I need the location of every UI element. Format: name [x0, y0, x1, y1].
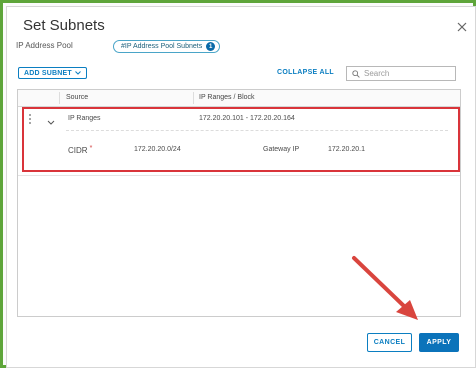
apply-button[interactable]: APPLY — [419, 333, 459, 352]
row-detail-divider — [66, 130, 448, 131]
header-separator — [59, 92, 60, 104]
column-header-source[interactable]: Source — [66, 94, 88, 101]
cidr-label-text: CIDR — [68, 146, 88, 155]
pool-chip-count-badge: 1 — [206, 42, 216, 51]
gateway-ip-value: 172.20.20.1 — [328, 146, 365, 153]
cidr-label: CIDR * — [68, 145, 93, 155]
required-marker: * — [89, 145, 93, 152]
close-icon[interactable] — [455, 20, 469, 34]
dialog-title: Set Subnets — [23, 17, 105, 34]
grid-header: Source IP Ranges / Block — [18, 90, 460, 107]
search-icon — [352, 65, 360, 83]
row-ip-range: 172.20.20.101 - 172.20.20.164 — [199, 115, 295, 122]
cidr-value: 172.20.20.0/24 — [134, 146, 181, 153]
collapse-all-link[interactable]: COLLAPSE ALL — [277, 69, 334, 76]
row-source: IP Ranges — [68, 115, 101, 122]
column-header-ip-ranges[interactable]: IP Ranges / Block — [199, 94, 255, 101]
subnets-grid: Source IP Ranges / Block IP Ranges 172.2… — [17, 89, 461, 317]
row-actions-kebab-icon[interactable] — [27, 112, 33, 124]
header-separator — [193, 92, 194, 104]
chevron-down-icon — [75, 70, 81, 77]
ip-address-pool-chip[interactable]: #IP Address Pool Subnets 1 — [113, 40, 221, 53]
gateway-ip-label: Gateway IP — [263, 146, 300, 153]
pool-chip-text: #IP Address Pool Subnets — [121, 43, 203, 50]
add-subnet-label: ADD SUBNET — [24, 69, 72, 77]
cancel-button[interactable]: CANCEL — [367, 333, 412, 352]
expand-chevron-icon[interactable] — [46, 114, 56, 125]
search-field[interactable] — [346, 66, 456, 81]
ip-address-pool-label: IP Address Pool — [16, 41, 73, 50]
row-bottom-divider — [18, 175, 460, 176]
add-subnet-button[interactable]: ADD SUBNET — [18, 67, 87, 79]
search-input[interactable] — [364, 69, 449, 78]
